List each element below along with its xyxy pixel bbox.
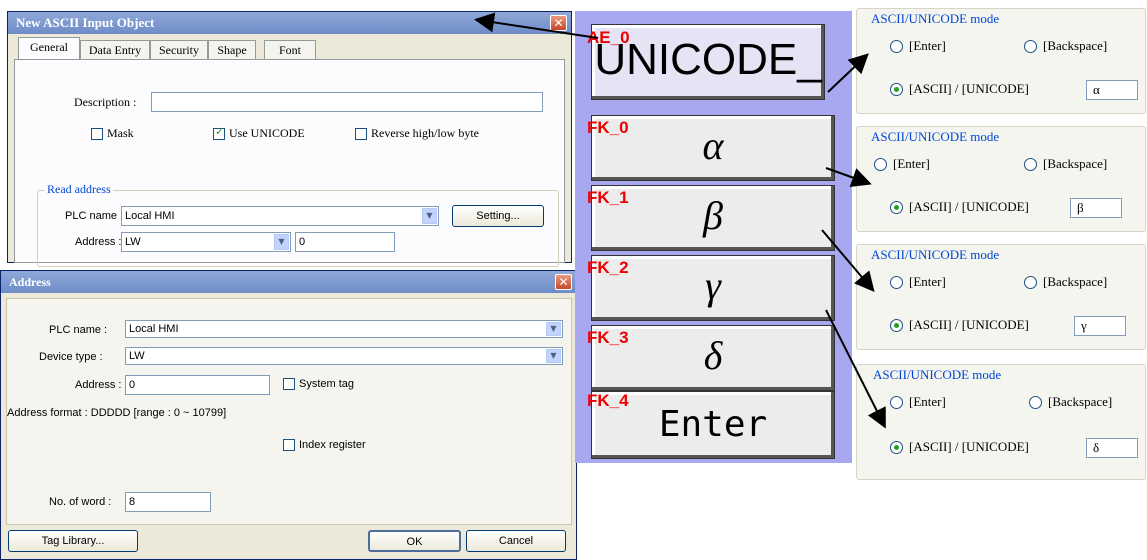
arrow-to-panel-4 bbox=[825, 309, 886, 429]
arrow-to-dialog bbox=[474, 12, 599, 39]
arrow-to-panel-3 bbox=[821, 229, 875, 293]
arrow-to-panel-2 bbox=[825, 167, 872, 188]
annotation-arrows bbox=[474, 12, 886, 429]
arrow-to-panel-1 bbox=[827, 53, 869, 93]
